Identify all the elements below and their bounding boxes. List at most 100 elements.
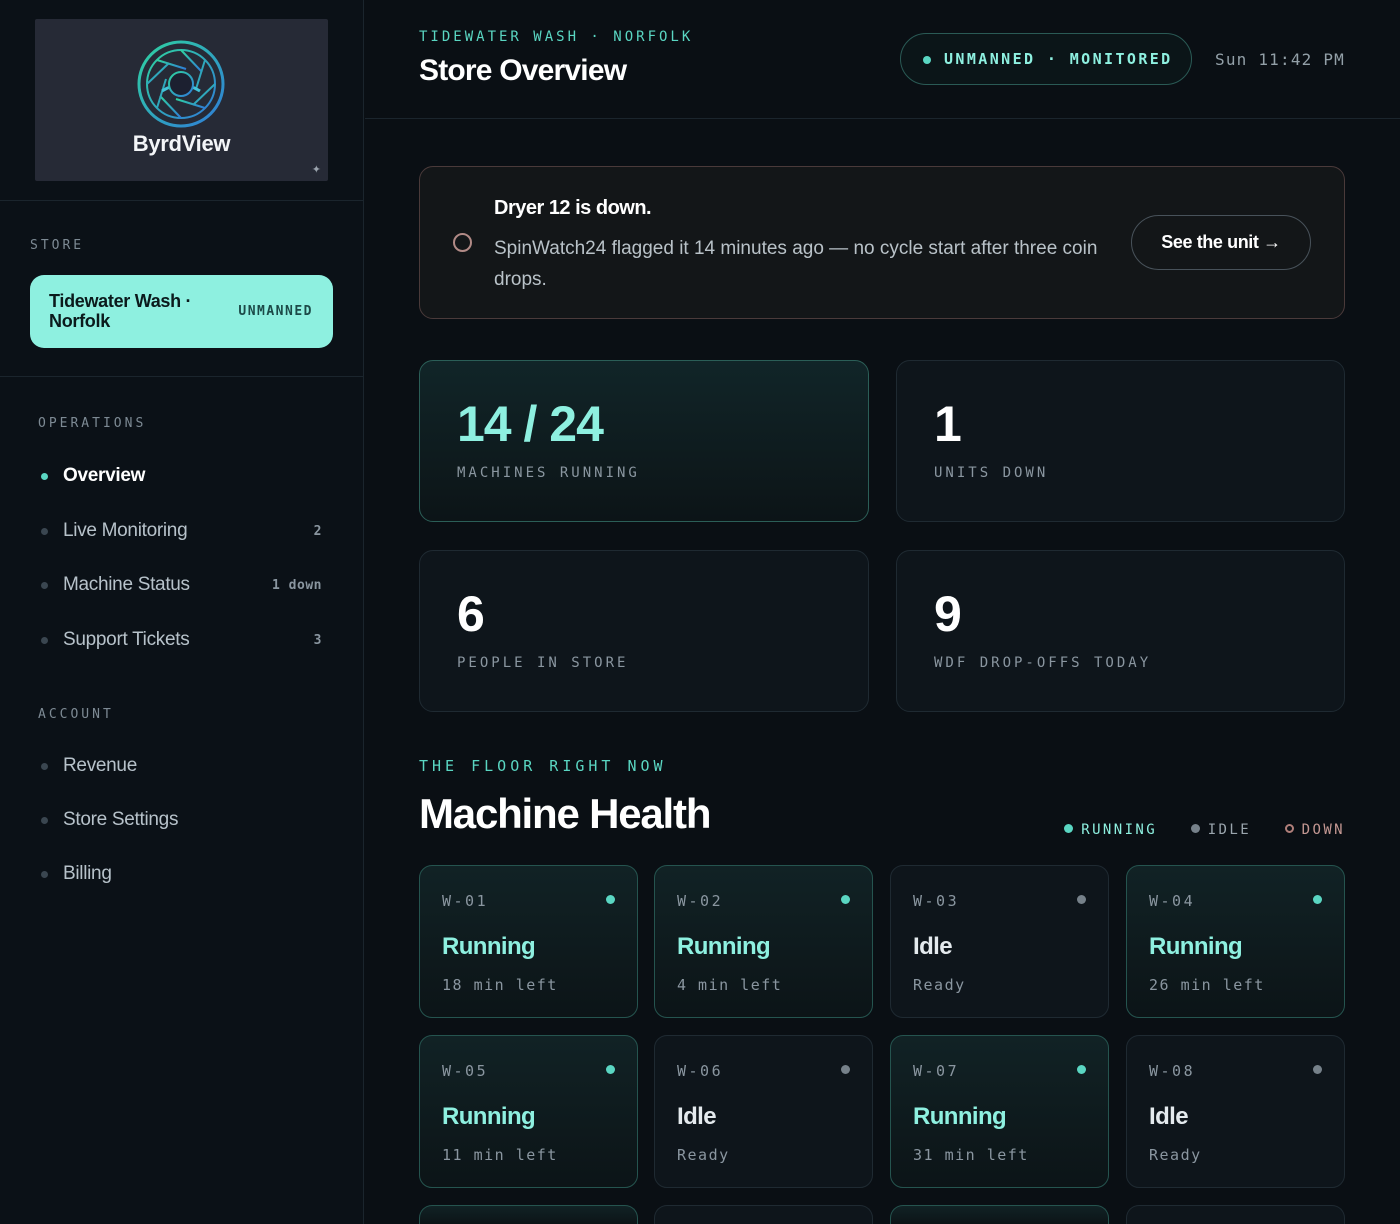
machine-card-partial[interactable]: [1126, 1205, 1345, 1224]
section-eyebrow: THE FLOOR RIGHT NOW: [419, 757, 667, 775]
dot-icon: [41, 871, 48, 878]
machine-detail: 26 min left: [1149, 976, 1265, 994]
machine-detail: 31 min left: [913, 1146, 1029, 1164]
machine-state: Running: [442, 933, 536, 960]
machine-card-w-06[interactable]: W-06 Idle Ready: [654, 1035, 873, 1188]
machine-state: Running: [677, 933, 771, 960]
nav-item-revenue[interactable]: Revenue: [38, 750, 328, 784]
nav-item-store-settings[interactable]: Store Settings: [38, 804, 328, 838]
machine-card-w-04[interactable]: W-04 Running 26 min left: [1126, 865, 1345, 1018]
legend-down: DOWN: [1284, 822, 1345, 838]
dot-icon: [41, 817, 48, 824]
monitoring-status-pill: UNMANNED · MONITORED: [900, 33, 1192, 85]
machine-card-partial[interactable]: [890, 1205, 1109, 1224]
machine-id: W-04: [1149, 892, 1196, 910]
sparkle-icon: ✦: [311, 164, 321, 176]
account-section-label: ACCOUNT: [38, 707, 114, 722]
brand-logo[interactable]: ByrdView ✦: [35, 19, 328, 181]
machine-card-w-01[interactable]: W-01 Running 18 min left: [419, 865, 638, 1018]
machine-detail: Ready: [913, 976, 966, 994]
nav-item-support-tickets[interactable]: Support Tickets 3: [38, 624, 328, 658]
status-dot-icon: [1077, 895, 1086, 904]
machine-id: W-01: [442, 892, 489, 910]
nav-count: 2: [313, 524, 322, 539]
divider: [0, 376, 364, 377]
status-dot-icon: [606, 1065, 615, 1074]
machine-state: Running: [1149, 933, 1243, 960]
legend-idle: IDLE: [1190, 822, 1251, 838]
machine-id: W-08: [1149, 1062, 1196, 1080]
legend-label: RUNNING: [1081, 822, 1158, 838]
running-dot-icon: [1064, 824, 1074, 833]
machine-card-partial[interactable]: [654, 1205, 873, 1224]
dot-icon: [41, 582, 48, 589]
down-alert: Dryer 12 is down. SpinWatch24 flagged it…: [419, 166, 1345, 319]
machine-detail: 4 min left: [677, 976, 783, 994]
status-dot-icon: [606, 895, 615, 904]
status-legend: RUNNING IDLE DOWN: [1040, 819, 1345, 839]
operations-section-label: OPERATIONS: [38, 416, 147, 431]
machine-detail: Ready: [677, 1146, 730, 1164]
stat-label: PEOPLE IN STORE: [457, 655, 629, 671]
sidebar: ByrdView ✦ STORE Tidewater Wash · Norfol…: [0, 0, 364, 1224]
page-title: Store Overview: [419, 54, 627, 87]
status-dot-icon: [1313, 895, 1322, 904]
stat-label: UNITS DOWN: [934, 465, 1049, 481]
machine-card-w-05[interactable]: W-05 Running 11 min left: [419, 1035, 638, 1188]
nav-item-machine-status[interactable]: Machine Status 1 down: [38, 569, 328, 603]
nav-label: Support Tickets: [63, 629, 190, 650]
stat-wdf-dropoffs: 9 WDF DROP-OFFS TODAY: [896, 550, 1345, 712]
clock: Sun 11:42 PM: [1215, 50, 1345, 69]
machine-card-w-03[interactable]: W-03 Idle Ready: [890, 865, 1109, 1018]
machine-card-w-02[interactable]: W-02 Running 4 min left: [654, 865, 873, 1018]
status-dot-icon: [841, 1065, 850, 1074]
machine-card-w-08[interactable]: W-08 Idle Ready: [1126, 1035, 1345, 1188]
nav-label: Revenue: [63, 755, 137, 776]
nav-count: 1 down: [272, 578, 322, 593]
store-section-label: STORE: [30, 238, 85, 253]
nav-label: Overview: [63, 465, 146, 486]
machine-state: Running: [442, 1103, 536, 1130]
legend-label: DOWN: [1301, 822, 1345, 838]
stat-value: 14 / 24: [457, 396, 604, 452]
machine-detail: 11 min left: [442, 1146, 558, 1164]
store-breadcrumb: TIDEWATER WASH · NORFOLK: [419, 29, 694, 45]
machine-id: W-05: [442, 1062, 489, 1080]
status-text: UNMANNED · MONITORED: [944, 50, 1173, 68]
machine-card-w-07[interactable]: W-07 Running 31 min left: [890, 1035, 1109, 1188]
down-ring-icon: [1284, 824, 1294, 833]
alert-body: SpinWatch24 flagged it 14 minutes ago — …: [494, 238, 1098, 290]
stat-label: WDF DROP-OFFS TODAY: [934, 655, 1152, 671]
see-unit-button[interactable]: See the unit →: [1131, 215, 1311, 270]
nav-item-overview[interactable]: Overview: [38, 460, 328, 494]
stat-people-in-store: 6 PEOPLE IN STORE: [419, 550, 869, 712]
nav-item-live-monitoring[interactable]: Live Monitoring 2: [38, 515, 328, 549]
nav-label: Billing: [63, 863, 112, 884]
machine-state: Idle: [677, 1103, 717, 1130]
status-dot-icon: [841, 895, 850, 904]
stat-value: 6: [457, 586, 485, 642]
nav-label: Machine Status: [63, 574, 190, 595]
machine-state: Running: [913, 1103, 1007, 1130]
page-header: TIDEWATER WASH · NORFOLK Store Overview …: [365, 0, 1400, 119]
store-selector[interactable]: Tidewater Wash · Norfolk UNMANNED: [30, 275, 333, 348]
dot-icon: [41, 637, 48, 644]
store-name: Tidewater Wash · Norfolk: [49, 291, 192, 331]
machine-id: W-03: [913, 892, 960, 910]
stat-label: MACHINES RUNNING: [457, 465, 640, 481]
nav-item-billing[interactable]: Billing: [38, 858, 328, 892]
status-dot-icon: [1077, 1065, 1086, 1074]
alert-title: Dryer 12 is down.: [494, 197, 652, 219]
dot-icon: [41, 763, 48, 770]
nav-count: 3: [313, 633, 322, 648]
machine-id: W-07: [913, 1062, 960, 1080]
machine-detail: Ready: [1149, 1146, 1202, 1164]
stat-value: 1: [934, 396, 962, 452]
machine-id: W-02: [677, 892, 724, 910]
brand-name: ByrdView: [132, 131, 231, 156]
store-mode-tag: UNMANNED: [238, 304, 313, 319]
dot-icon: [41, 528, 48, 535]
machine-card-partial[interactable]: [419, 1205, 638, 1224]
see-unit-label: See the unit →: [1161, 232, 1281, 252]
machine-id: W-06: [677, 1062, 724, 1080]
